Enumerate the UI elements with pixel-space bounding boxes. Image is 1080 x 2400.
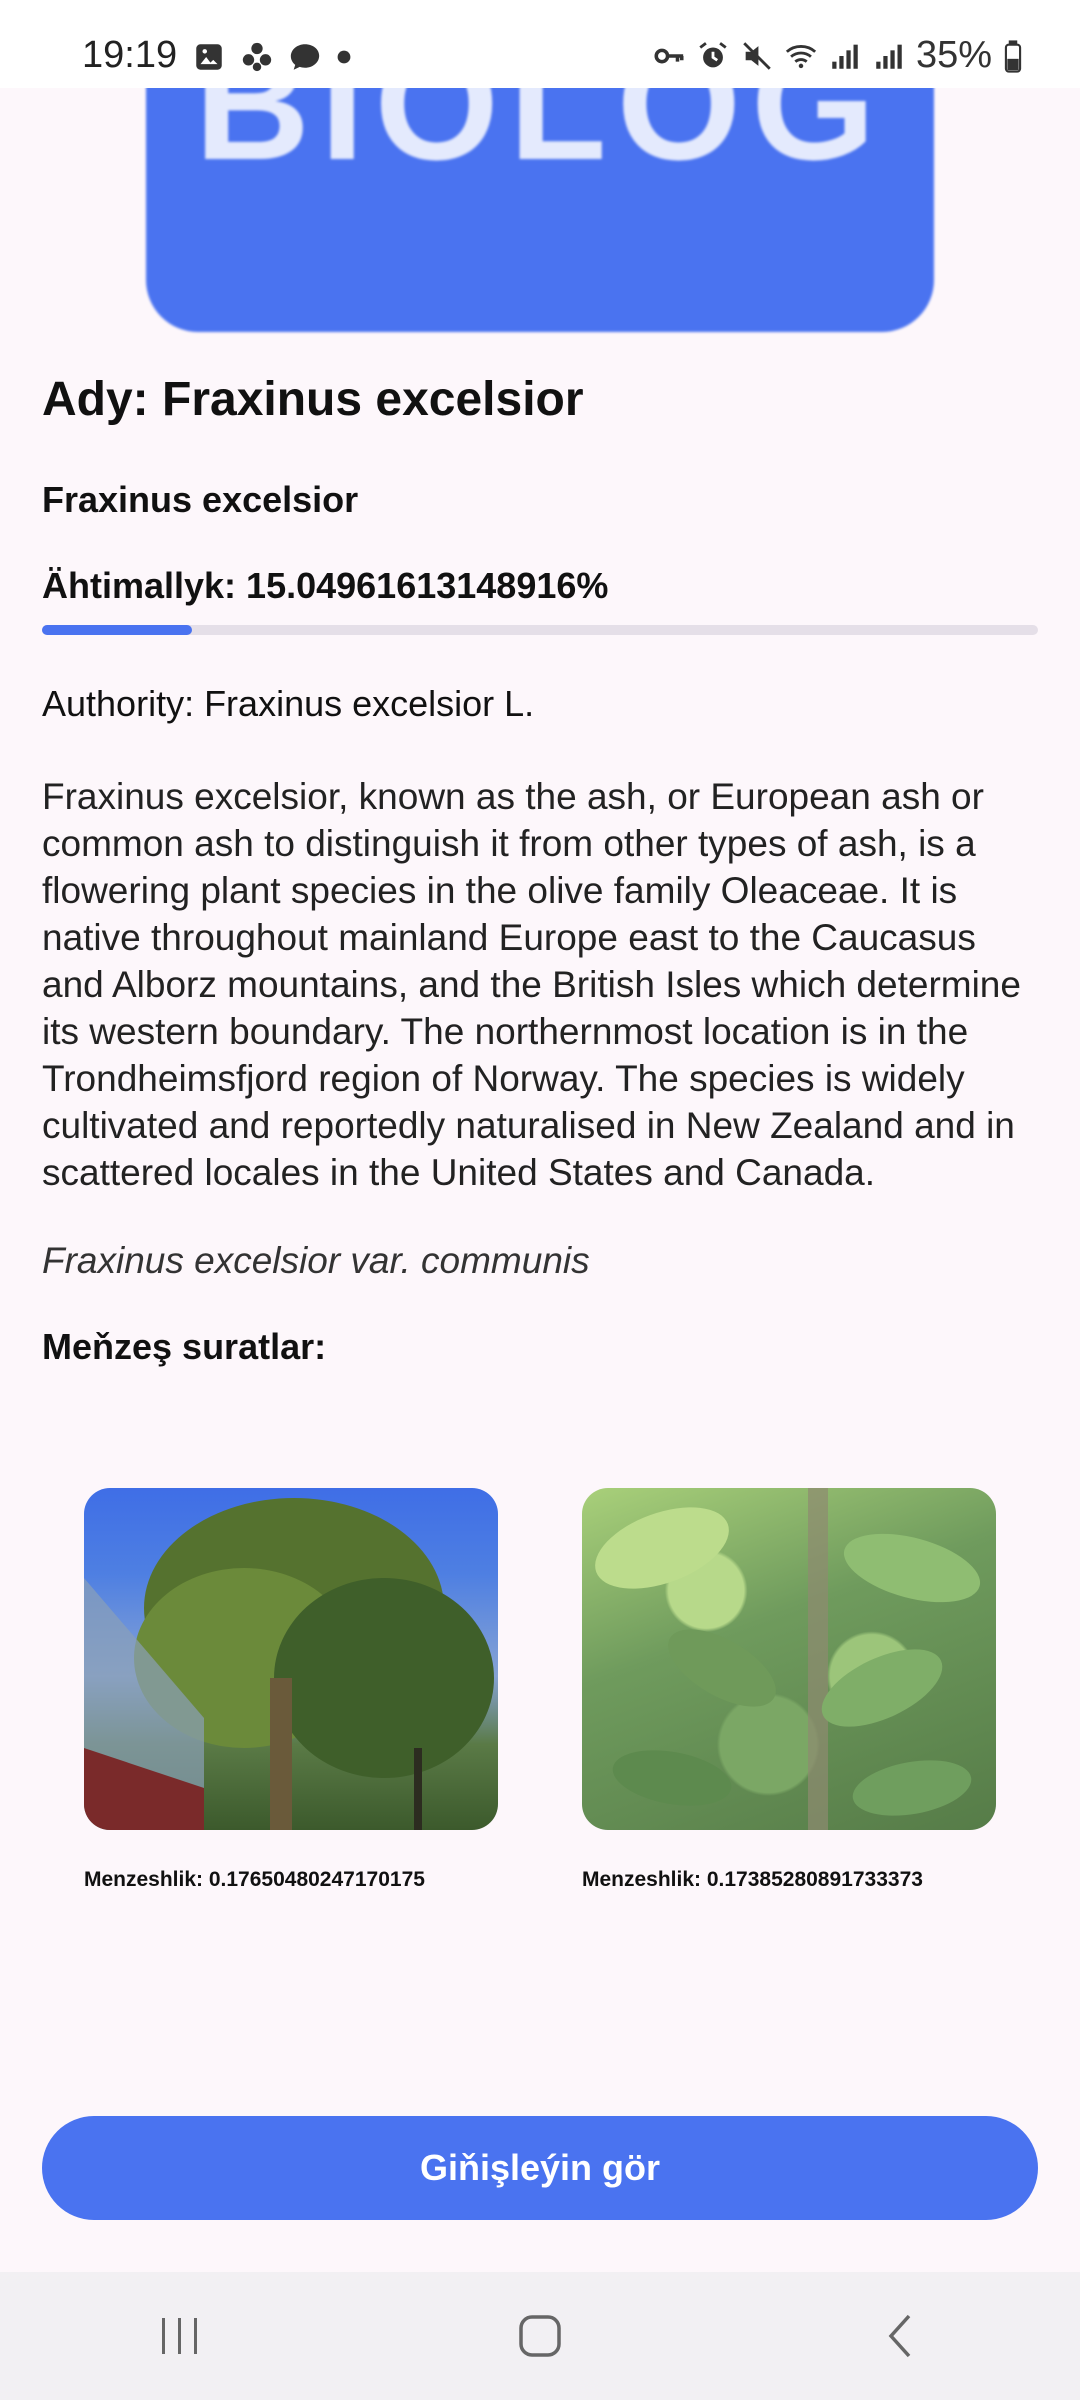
signal-2-icon [876,44,902,69]
signal-1-icon [832,44,858,69]
species-description: Fraxinus excelsior, known as the ash, or… [42,776,1021,1193]
vpn-key-icon [654,48,684,63]
recent-apps-icon [162,2318,197,2354]
back-icon [888,2314,911,2358]
probability-progress-fill [42,625,192,635]
probability-progress-bar [42,625,1038,635]
more-dot-icon [337,50,351,64]
species-details: Ady: Fraxinus excelsior Fraxinus excelsi… [42,372,1038,1368]
similar-images-heading: Meňzeş suratlar: [42,1326,327,1367]
species-synonym: Fraxinus excelsior var. communis [42,1240,590,1281]
view-details-button[interactable]: Giňişleýin gör [42,2116,1038,2220]
leaves-photo-illustration [595,1488,981,1830]
battery-percentage: 35% [915,34,992,76]
home-icon [519,2315,561,2357]
recent-apps-button[interactable] [135,2291,225,2381]
back-button[interactable] [855,2291,945,2381]
similar-image-tree[interactable] [84,1488,498,1830]
similarity-score: Menzeshlik: 0.17650480247170175 [84,1868,425,1891]
alarm-icon [699,41,727,67]
wifi-icon [785,44,817,68]
similarity-score: Menzeshlik: 0.17385280891733373 [582,1868,923,1891]
species-name: Fraxinus excelsior [42,479,359,520]
chat-notification-icon [290,44,320,70]
flower-notification-icon [242,42,272,72]
status-bar: 19:19 35% [0,0,1080,88]
similar-image-card[interactable]: Menzeshlik: 0.17650480247170175 [84,1488,498,1892]
authority-text: Authority: Fraxinus excelsior L. [42,683,535,724]
app-banner-image: BIOLOG [146,60,934,332]
status-time: 19:19 [82,34,178,76]
home-button[interactable] [495,2291,585,2381]
battery-icon [1004,39,1022,73]
notification-icons [192,40,352,74]
page-title: Ady: Fraxinus excelsior [42,373,584,426]
tree-photo-illustration [84,1498,494,1830]
system-icons: 35% [652,34,1024,77]
similar-image-card[interactable]: Menzeshlik: 0.17385280891733373 [582,1488,996,1892]
gallery-notification-icon [196,44,222,70]
system-navigation-bar [0,2272,1080,2400]
mute-icon [743,41,771,70]
similar-images-list: Menzeshlik: 0.17650480247170175 Menzeshl… [84,1488,996,1892]
similar-image-leaves[interactable] [582,1488,996,1830]
probability-label: Ähtimallyk: 15.04961613148916% [42,565,609,606]
